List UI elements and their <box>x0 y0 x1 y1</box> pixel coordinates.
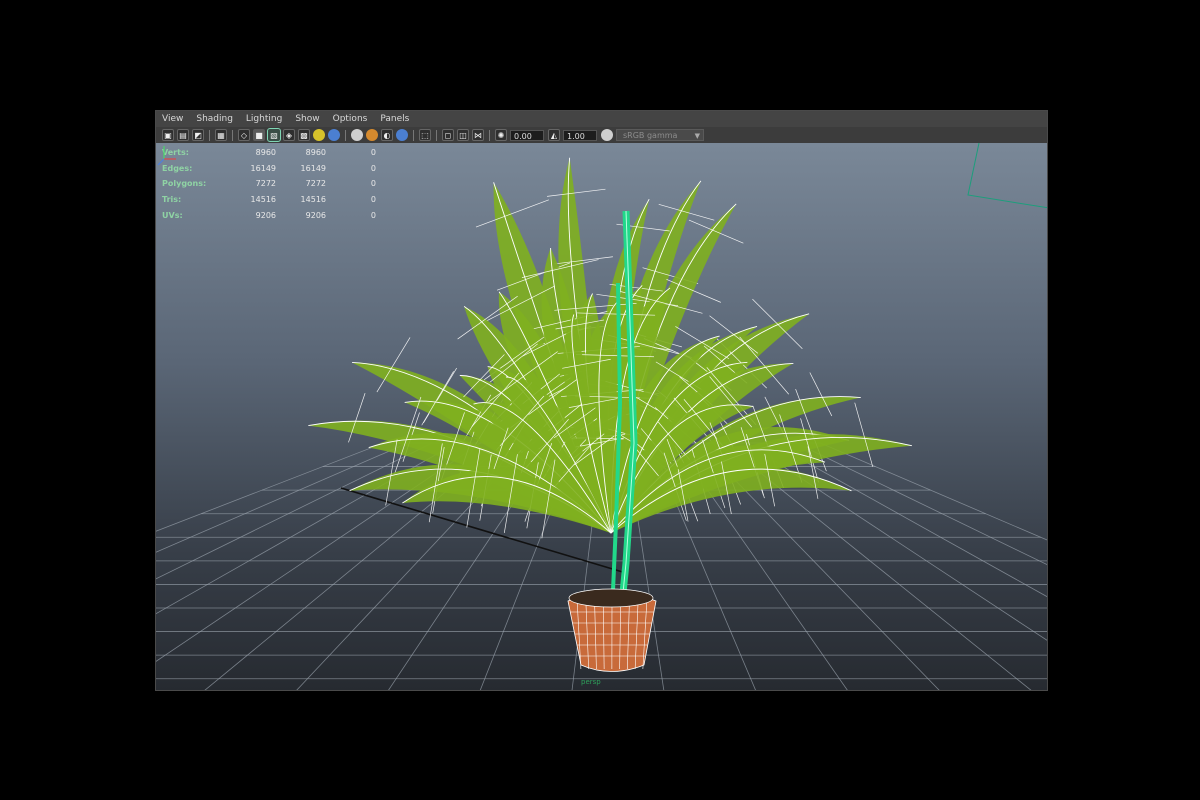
grid-line <box>795 442 1047 565</box>
bookmark-icon[interactable]: ◩ <box>192 129 204 141</box>
textured-icon[interactable]: ▩ <box>298 129 310 141</box>
hud-row-verts: Verts: 8960 8960 0 <box>162 145 376 161</box>
grid-line <box>156 442 384 532</box>
view-transform-value: sRGB gamma <box>623 131 678 140</box>
xray-icon[interactable]: ◈ <box>283 129 295 141</box>
camera-name-label: persp <box>581 678 601 686</box>
viewport-panel: View Shading Lighting Show Options Panel… <box>155 110 1048 691</box>
hud-value: 0 <box>370 163 376 173</box>
hud-label: Tris: <box>162 195 182 205</box>
menu-view[interactable]: View <box>162 114 183 124</box>
toolbar-separator <box>413 129 414 141</box>
panel-toolbar: ▣ ▤ ◩ ▦ ◇ ■ ▧ ◈ ▩ ◐ ⬚ ◻ ◫ ⋈ ✺ 0.00 ◭ 1.0… <box>156 127 1047 143</box>
hud-value: 9206 <box>305 210 326 220</box>
hud-row-uvs: UVs: 9206 9206 0 <box>162 207 376 223</box>
hud-value: 0 <box>370 195 376 205</box>
camera-attributes-icon[interactable]: ▤ <box>177 129 189 141</box>
wire-line <box>854 402 874 467</box>
menu-options[interactable]: Options <box>333 114 368 124</box>
isolate-select-icon[interactable]: ⬚ <box>419 129 431 141</box>
depth-of-field-icon[interactable] <box>396 129 408 141</box>
camera-frustum-line <box>967 143 1047 209</box>
hud-value: 16149 <box>250 163 276 173</box>
exposure-field[interactable]: 0.00 <box>510 129 544 141</box>
wireframe-icon[interactable]: ◇ <box>238 129 250 141</box>
hud-value: 14516 <box>300 195 326 205</box>
grid-line <box>156 442 409 553</box>
image-plane-icon[interactable]: ▦ <box>215 129 227 141</box>
grid-line <box>820 442 1047 541</box>
hud-value: 9206 <box>255 210 276 220</box>
toolbar-separator <box>232 129 233 141</box>
wireframe-on-shaded-icon[interactable]: ▧ <box>267 128 281 142</box>
pot-rim <box>568 588 654 608</box>
panel-menubar: View Shading Lighting Show Options Panel… <box>156 111 1047 127</box>
menu-show[interactable]: Show <box>295 114 319 124</box>
hud-value: 8960 <box>255 148 276 158</box>
hud-label: UVs: <box>162 210 183 220</box>
lights-icon[interactable] <box>313 129 325 141</box>
hud-row-polygons: Polygons: 7272 7272 0 <box>162 176 376 192</box>
smooth-shade-icon[interactable]: ■ <box>253 129 265 141</box>
menu-lighting[interactable]: Lighting <box>246 114 282 124</box>
hud-value: 7272 <box>305 179 326 189</box>
shadows-icon[interactable] <box>328 129 340 141</box>
exposure-icon[interactable]: ✺ <box>495 129 507 141</box>
multisample-icon[interactable]: ◐ <box>381 129 393 141</box>
motion-blur-icon[interactable] <box>366 129 378 141</box>
gamma-icon[interactable]: ◭ <box>548 129 560 141</box>
color-management-icon[interactable] <box>601 129 613 141</box>
xray-joints-icon[interactable]: ◻ <box>442 129 454 141</box>
axis-gizmo-icon <box>157 146 176 166</box>
gamma-field[interactable]: 1.00 <box>563 129 597 141</box>
toolbar-separator <box>345 129 346 141</box>
hud-value: 8960 <box>305 148 326 158</box>
chevron-down-icon: ▼ <box>694 132 700 140</box>
hud-row-edges: Edges: 16149 16149 0 <box>162 161 376 177</box>
grid-toggle-icon[interactable]: ⋈ <box>472 129 484 141</box>
wire-line <box>348 393 366 443</box>
toolbar-separator <box>436 129 437 141</box>
plant-model <box>308 157 912 672</box>
toolbar-separator <box>209 129 210 141</box>
hud-row-tris: Tris: 14516 14516 0 <box>162 192 376 208</box>
hud-value: 0 <box>370 148 376 158</box>
poly-count-hud: Verts: 8960 8960 0 Edges: 16149 16149 0 … <box>162 145 376 223</box>
menu-shading[interactable]: Shading <box>196 114 233 124</box>
hud-value: 7272 <box>255 179 276 189</box>
select-camera-icon[interactable]: ▣ <box>162 129 174 141</box>
3d-viewport[interactable]: Verts: 8960 8960 0 Edges: 16149 16149 0 … <box>156 143 1047 690</box>
toolbar-separator <box>489 129 490 141</box>
xray-active-icon[interactable]: ◫ <box>457 129 469 141</box>
wire-line <box>547 188 606 197</box>
hud-value: 0 <box>370 179 376 189</box>
view-transform-dropdown[interactable]: sRGB gamma ▼ <box>616 129 704 141</box>
hud-label: Polygons: <box>162 179 207 189</box>
menu-panels[interactable]: Panels <box>380 114 409 124</box>
hud-value: 14516 <box>250 195 276 205</box>
scene-canvas <box>156 143 1047 690</box>
ambient-occlusion-icon[interactable] <box>351 129 363 141</box>
hud-value: 0 <box>370 210 376 220</box>
hud-value: 16149 <box>300 163 326 173</box>
